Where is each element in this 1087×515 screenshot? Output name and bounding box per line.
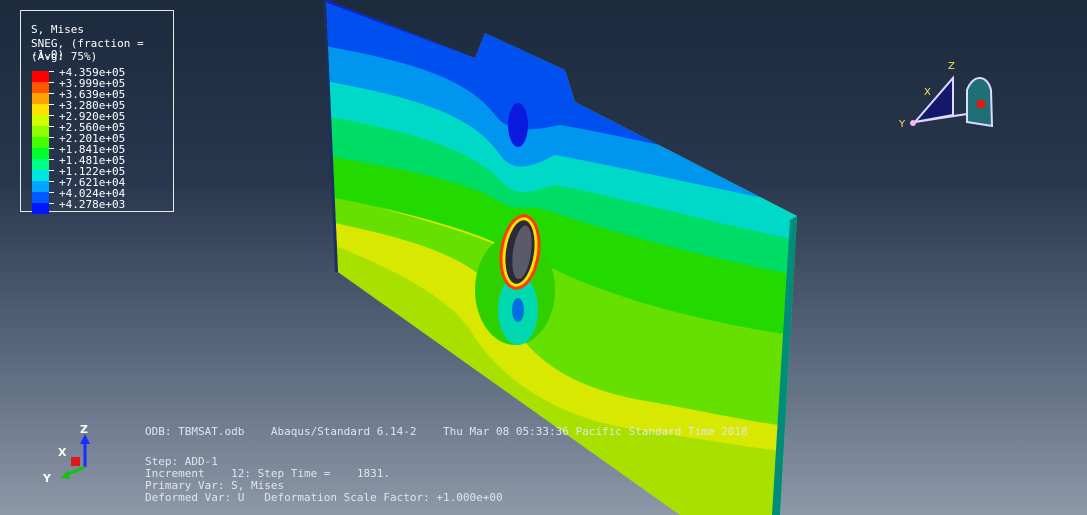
legend-swatch — [32, 192, 49, 203]
model-viewport[interactable]: S, Mises SNEG, (fraction = -1.0) (Avg: 7… — [0, 0, 1087, 515]
contour-legend: S, Mises SNEG, (fraction = -1.0) (Avg: 7… — [20, 10, 174, 214]
legend-swatch — [32, 126, 49, 137]
legend-swatch — [32, 93, 49, 104]
legend-swatch — [32, 82, 49, 93]
coordinate-triad: Z X Y — [38, 420, 108, 490]
legend-tick — [49, 104, 54, 105]
legend-tick — [49, 93, 54, 94]
legend-swatch — [32, 170, 49, 181]
legend-swatch — [32, 159, 49, 170]
view-y-label: Y — [899, 119, 906, 130]
odb-info-line: ODB: TBMSAT.odb Abaqus/Standard 6.14-2 T… — [145, 425, 748, 438]
legend-tick — [49, 115, 54, 116]
legend-swatch — [32, 148, 49, 159]
legend-value: +4.278e+03 — [59, 198, 126, 211]
legend-tick — [49, 82, 54, 83]
legend-tick — [49, 148, 54, 149]
view-z-label: Z — [948, 61, 955, 72]
view-cube[interactable]: Z X Y — [895, 60, 995, 135]
legend-tick — [49, 192, 54, 193]
legend-tick — [49, 71, 54, 72]
legend-swatch — [32, 203, 49, 214]
legend-tick — [49, 203, 54, 204]
legend-tick — [49, 181, 54, 182]
triad-z-label: Z — [80, 423, 88, 436]
legend-swatch — [32, 137, 49, 148]
legend-tick — [49, 137, 54, 138]
legend-title: S, Mises — [31, 23, 84, 36]
deformed-var-line: Deformed Var: U Deformation Scale Factor… — [145, 491, 503, 504]
triad-x-label: X — [58, 446, 67, 459]
legend-swatch — [32, 104, 49, 115]
legend-tick — [49, 126, 54, 127]
view-x-label: X — [924, 87, 931, 98]
view-orientation-icon — [910, 75, 994, 128]
legend-swatch — [32, 181, 49, 192]
legend-swatch — [32, 71, 49, 82]
legend-tick — [49, 159, 54, 160]
legend-averaging: (Avg: 75%) — [31, 50, 98, 63]
legend-tick — [49, 170, 54, 171]
triad-y-label: Y — [43, 472, 51, 485]
legend-swatch — [32, 115, 49, 126]
